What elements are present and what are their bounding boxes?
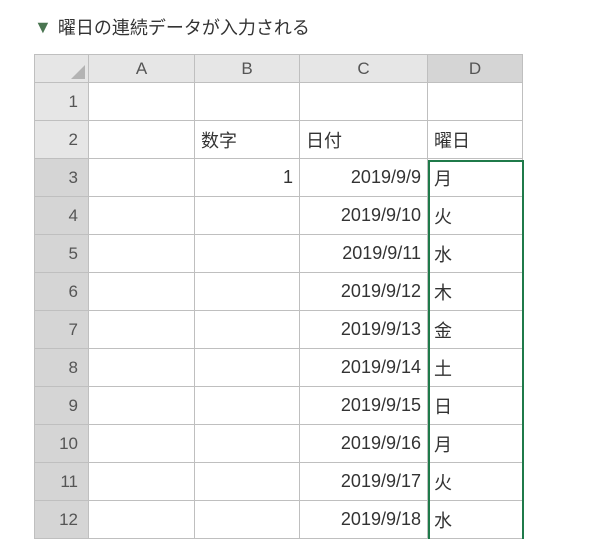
row-header-6[interactable]: 6	[35, 273, 89, 311]
cell-A5[interactable]	[89, 235, 195, 273]
cell-A10[interactable]	[89, 425, 195, 463]
cell-C10[interactable]: 2019/9/16	[300, 425, 428, 463]
row-12: 12 2019/9/18 水	[35, 501, 523, 539]
cell-C4[interactable]: 2019/9/10	[300, 197, 428, 235]
cell-D4[interactable]: 火	[428, 197, 523, 235]
row-2: 2 数字 日付 曜日	[35, 121, 523, 159]
cell-C6[interactable]: 2019/9/12	[300, 273, 428, 311]
row-10: 10 2019/9/16 月	[35, 425, 523, 463]
cell-B7[interactable]	[195, 311, 300, 349]
cell-C2[interactable]: 日付	[300, 121, 428, 159]
column-header-row: A B C D	[35, 55, 523, 83]
row-header-1[interactable]: 1	[35, 83, 89, 121]
row-11: 11 2019/9/17 火	[35, 463, 523, 501]
row-header-3[interactable]: 3	[35, 159, 89, 197]
column-header-C[interactable]: C	[300, 55, 428, 83]
cell-C8[interactable]: 2019/9/14	[300, 349, 428, 387]
cell-A4[interactable]	[89, 197, 195, 235]
cell-C12[interactable]: 2019/9/18	[300, 501, 428, 539]
cell-D7[interactable]: 金	[428, 311, 523, 349]
cell-D2[interactable]: 曜日	[428, 121, 523, 159]
cell-B8[interactable]	[195, 349, 300, 387]
row-header-12[interactable]: 12	[35, 501, 89, 539]
cell-A1[interactable]	[89, 83, 195, 121]
row-9: 9 2019/9/15 日	[35, 387, 523, 425]
cell-C1[interactable]	[300, 83, 428, 121]
spreadsheet-grid[interactable]: A B C D 1 2 数字 日付 曜日 3	[34, 54, 523, 539]
row-header-5[interactable]: 5	[35, 235, 89, 273]
select-all-corner[interactable]	[35, 55, 89, 83]
cell-C5[interactable]: 2019/9/11	[300, 235, 428, 273]
cell-A2[interactable]	[89, 121, 195, 159]
row-header-11[interactable]: 11	[35, 463, 89, 501]
row-8: 8 2019/9/14 土	[35, 349, 523, 387]
column-header-B[interactable]: B	[195, 55, 300, 83]
row-5: 5 2019/9/11 水	[35, 235, 523, 273]
cell-C9[interactable]: 2019/9/15	[300, 387, 428, 425]
cell-D1[interactable]	[428, 83, 523, 121]
cell-D6[interactable]: 木	[428, 273, 523, 311]
down-triangle-icon: ▼	[34, 18, 52, 36]
cell-D9[interactable]: 日	[428, 387, 523, 425]
column-header-D[interactable]: D	[428, 55, 523, 83]
row-header-8[interactable]: 8	[35, 349, 89, 387]
cell-B10[interactable]	[195, 425, 300, 463]
cell-B4[interactable]	[195, 197, 300, 235]
cell-B1[interactable]	[195, 83, 300, 121]
cell-D5[interactable]: 水	[428, 235, 523, 273]
row-header-2[interactable]: 2	[35, 121, 89, 159]
cell-D3[interactable]: 月	[428, 159, 523, 197]
row-4: 4 2019/9/10 火	[35, 197, 523, 235]
column-header-A[interactable]: A	[89, 55, 195, 83]
cell-D8[interactable]: 土	[428, 349, 523, 387]
cell-C7[interactable]: 2019/9/13	[300, 311, 428, 349]
cell-D10[interactable]: 月	[428, 425, 523, 463]
cell-B12[interactable]	[195, 501, 300, 539]
select-all-triangle-icon	[71, 65, 85, 79]
cell-C3[interactable]: 2019/9/9	[300, 159, 428, 197]
cell-B5[interactable]	[195, 235, 300, 273]
cell-D12[interactable]: 水	[428, 501, 523, 539]
cell-B3[interactable]: 1	[195, 159, 300, 197]
cell-A11[interactable]	[89, 463, 195, 501]
row-1: 1	[35, 83, 523, 121]
cell-B6[interactable]	[195, 273, 300, 311]
cell-B2[interactable]: 数字	[195, 121, 300, 159]
row-7: 7 2019/9/13 金	[35, 311, 523, 349]
cell-A3[interactable]	[89, 159, 195, 197]
caption-text: 曜日の連続データが入力される	[58, 14, 310, 40]
cell-B9[interactable]	[195, 387, 300, 425]
cell-A9[interactable]	[89, 387, 195, 425]
caption: ▼ 曜日の連続データが入力される	[34, 14, 600, 40]
cell-C11[interactable]: 2019/9/17	[300, 463, 428, 501]
row-header-10[interactable]: 10	[35, 425, 89, 463]
cell-A7[interactable]	[89, 311, 195, 349]
row-6: 6 2019/9/12 木	[35, 273, 523, 311]
row-header-4[interactable]: 4	[35, 197, 89, 235]
cell-A6[interactable]	[89, 273, 195, 311]
row-3: 3 1 2019/9/9 月	[35, 159, 523, 197]
cell-B11[interactable]	[195, 463, 300, 501]
row-header-7[interactable]: 7	[35, 311, 89, 349]
cell-A12[interactable]	[89, 501, 195, 539]
cell-A8[interactable]	[89, 349, 195, 387]
cell-D11[interactable]: 火	[428, 463, 523, 501]
row-header-9[interactable]: 9	[35, 387, 89, 425]
